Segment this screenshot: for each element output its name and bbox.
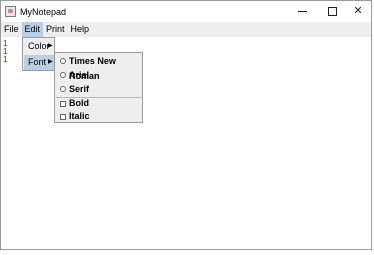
- menu-edit[interactable]: Edit: [21, 22, 44, 37]
- font-option-italic[interactable]: Italic: [56, 109, 143, 124]
- font-option-arial[interactable]: Arial: [56, 68, 143, 83]
- radio-icon: [60, 72, 66, 78]
- menu-item-label: Arial: [69, 70, 90, 80]
- app-icon: [5, 6, 16, 17]
- title-bar: MyNotepad ✕: [1, 1, 371, 22]
- menu-item-label: Serif: [69, 84, 90, 94]
- menu-item-label: Font: [28, 57, 47, 67]
- font-option-serif[interactable]: Serif: [56, 82, 143, 97]
- radio-icon: [60, 86, 66, 92]
- submenu-arrow-icon: ▶: [48, 59, 53, 65]
- minimize-icon: [297, 11, 307, 12]
- app-window: MyNotepad ✕ File Edit Print Help 1 1 1 C…: [0, 0, 372, 250]
- close-icon: ✕: [353, 5, 363, 17]
- menu-print[interactable]: Print: [43, 22, 68, 37]
- menu-file[interactable]: File: [1, 22, 22, 37]
- menu-item-color[interactable]: Color ▶: [24, 39, 55, 54]
- checkbox-icon: [60, 114, 66, 120]
- menu-item-font[interactable]: Font ▶: [24, 55, 55, 70]
- menu-help[interactable]: Help: [68, 22, 93, 37]
- submenu-arrow-icon: ▶: [48, 43, 53, 49]
- close-button[interactable]: ✕: [343, 1, 373, 22]
- window-title: MyNotepad: [20, 6, 67, 17]
- checkbox-icon: [60, 101, 66, 107]
- font-option-times[interactable]: Times New Roman: [56, 54, 143, 81]
- menu-item-label: Color: [28, 41, 50, 51]
- menu-item-label: Italic: [69, 111, 90, 121]
- radio-icon: [60, 58, 66, 64]
- minimize-button[interactable]: [287, 1, 317, 22]
- edit-menu: Color ▶ Font ▶: [22, 37, 55, 71]
- font-submenu: Times New Roman Arial Serif Bold Italic: [54, 52, 143, 123]
- menu-bar: File Edit Print Help: [1, 22, 371, 37]
- editor-line: 1: [3, 55, 8, 64]
- maximize-icon: [327, 7, 337, 16]
